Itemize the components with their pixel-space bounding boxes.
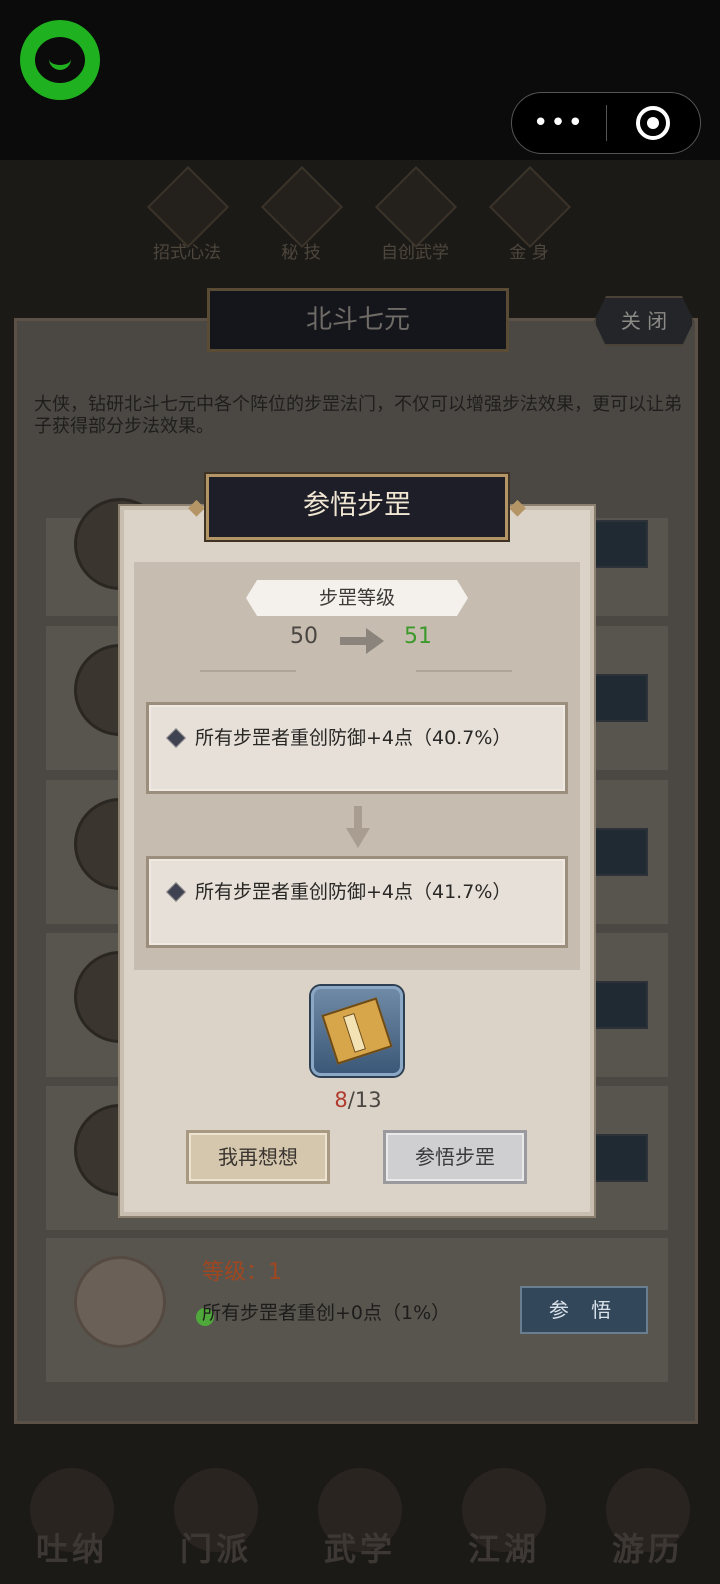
confirm-comprehend-button[interactable]: 参悟步罡 <box>383 1130 527 1184</box>
next-effect-box: 所有步罡者重创防御+4点（41.7%） <box>146 856 568 948</box>
app-logo-icon[interactable] <box>20 20 100 100</box>
meditation-icon <box>488 165 572 249</box>
comprehend-button[interactable]: 参 悟 <box>520 1286 648 1334</box>
nav-travel[interactable]: 游历 <box>588 1450 708 1570</box>
tab-label: 金 身 <box>509 243 549 263</box>
sword-icon <box>146 165 230 249</box>
title-ornament-icon: ◆ <box>188 495 205 520</box>
title-ornament-icon: ◆ <box>509 495 526 520</box>
scroll-icon <box>374 165 458 249</box>
panel-intro: 大侠，钻研北斗七元中各个阵位的步罡法门，不仅可以增强步法效果，更可以让弟子获得部… <box>34 394 682 437</box>
nav-label: 门派 <box>179 1530 252 1568</box>
book-icon <box>260 165 344 249</box>
arrow-down-icon <box>346 806 370 848</box>
nav-martial[interactable]: 武学 <box>300 1450 420 1570</box>
avatar <box>74 1256 166 1348</box>
close-button[interactable]: 关 闭 <box>594 296 694 346</box>
level-next: 51 <box>404 624 432 649</box>
cancel-button[interactable]: 我再想想 <box>186 1130 330 1184</box>
manual-book-icon[interactable] <box>311 986 403 1076</box>
row-description: 所有步罡者重创+0点（1%） <box>202 1302 451 1324</box>
tab-label: 招式心法 <box>153 243 221 263</box>
nav-label: 武学 <box>323 1530 396 1568</box>
tab-moves[interactable]: 招式心法 <box>145 165 230 266</box>
dialog-title: 参悟步罡 <box>206 474 508 540</box>
close-program-button[interactable] <box>607 106 700 140</box>
nav-jianghu[interactable]: 江湖 <box>444 1450 564 1570</box>
row-level: 等级：1 <box>202 1260 282 1285</box>
nav-sect[interactable]: 门派 <box>156 1450 276 1570</box>
nav-tuna[interactable]: 吐纳 <box>12 1450 132 1570</box>
next-effect-text: 所有步罡者重创防御+4点（41.7%） <box>195 881 512 903</box>
panel-title: 北斗七元 <box>207 288 509 352</box>
item-count: 8/13 <box>318 1088 398 1112</box>
nav-label: 江湖 <box>467 1530 540 1568</box>
level-current: 50 <box>290 624 318 649</box>
list-item: 等级：1 所有步罡者重创+0点（1%） 参 悟 <box>46 1238 668 1382</box>
tab-label: 秘 技 <box>281 243 321 263</box>
mini-program-capsule: ••• <box>511 92 701 154</box>
nav-label: 游历 <box>611 1530 684 1568</box>
nav-label: 吐纳 <box>35 1530 108 1568</box>
count-have: 8 <box>334 1088 348 1112</box>
tab-label: 自创武学 <box>381 243 449 263</box>
tab-secret-skill[interactable]: 秘 技 <box>259 165 344 266</box>
level-label: 步罡等级 <box>246 580 468 616</box>
top-tab-bar: 招式心法 秘 技 自创武学 金 身 <box>145 165 572 266</box>
divider <box>416 670 512 672</box>
target-icon <box>636 106 671 140</box>
arrow-right-icon <box>340 628 384 654</box>
gem-bullet-icon <box>166 728 186 748</box>
bottom-nav: 吐纳 门派 武学 江湖 游历 <box>0 1430 720 1584</box>
more-menu-button[interactable]: ••• <box>512 92 606 154</box>
tab-self-created[interactable]: 自创武学 <box>373 165 458 266</box>
gem-bullet-icon <box>166 882 186 902</box>
count-need: /13 <box>347 1088 382 1112</box>
divider <box>200 670 296 672</box>
current-effect-text: 所有步罡者重创防御+4点（40.7%） <box>195 727 512 749</box>
current-effect-box: 所有步罡者重创防御+4点（40.7%） <box>146 702 568 794</box>
tab-golden-body[interactable]: 金 身 <box>487 165 572 266</box>
